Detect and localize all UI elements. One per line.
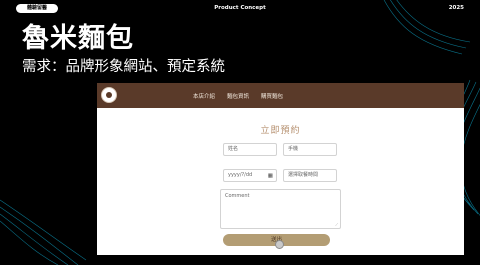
name-input[interactable]: 姓名	[223, 143, 277, 156]
nav-item-buy-bread[interactable]: 購買麵包	[261, 92, 283, 100]
slide-year: 2025	[448, 5, 464, 11]
phone-input[interactable]: 手機	[283, 143, 337, 156]
slide-top-bar: 體驗留醫 Product Concept 2025	[0, 0, 480, 16]
website-mockup: 本店介紹 麵包資訊 購買麵包 立即預約 姓名 手機 yyyy/?/dd ▦ 選擇…	[97, 83, 464, 255]
nav-item-about[interactable]: 本店介紹	[193, 92, 215, 100]
slide-subtitle: 需求：品牌形象網站、預定系統	[22, 59, 225, 75]
calendar-icon[interactable]: ▦	[268, 172, 273, 180]
comment-textarea[interactable]: Comment ⟋	[220, 189, 341, 229]
slide-progress-indicator	[275, 240, 284, 249]
nav-item-bread-info[interactable]: 麵包資訊	[227, 92, 249, 100]
site-navbar: 本店介紹 麵包資訊 購買麵包	[97, 83, 464, 108]
resize-grip-icon[interactable]: ⟋	[335, 223, 338, 227]
reservation-form-title: 立即預約	[260, 126, 301, 136]
date-input[interactable]: yyyy/?/dd ▦	[223, 169, 277, 182]
slide-title: 魯米麵包	[22, 23, 134, 54]
pickup-time-select[interactable]: 選擇取餐時間	[283, 169, 337, 182]
date-value: yyyy/?/dd	[228, 172, 253, 178]
slide-concept-label: Product Concept	[214, 5, 266, 11]
brand-logo[interactable]	[101, 87, 117, 103]
comment-placeholder: Comment	[225, 193, 250, 199]
nav-menu: 本店介紹 麵包資訊 購買麵包	[193, 83, 283, 108]
